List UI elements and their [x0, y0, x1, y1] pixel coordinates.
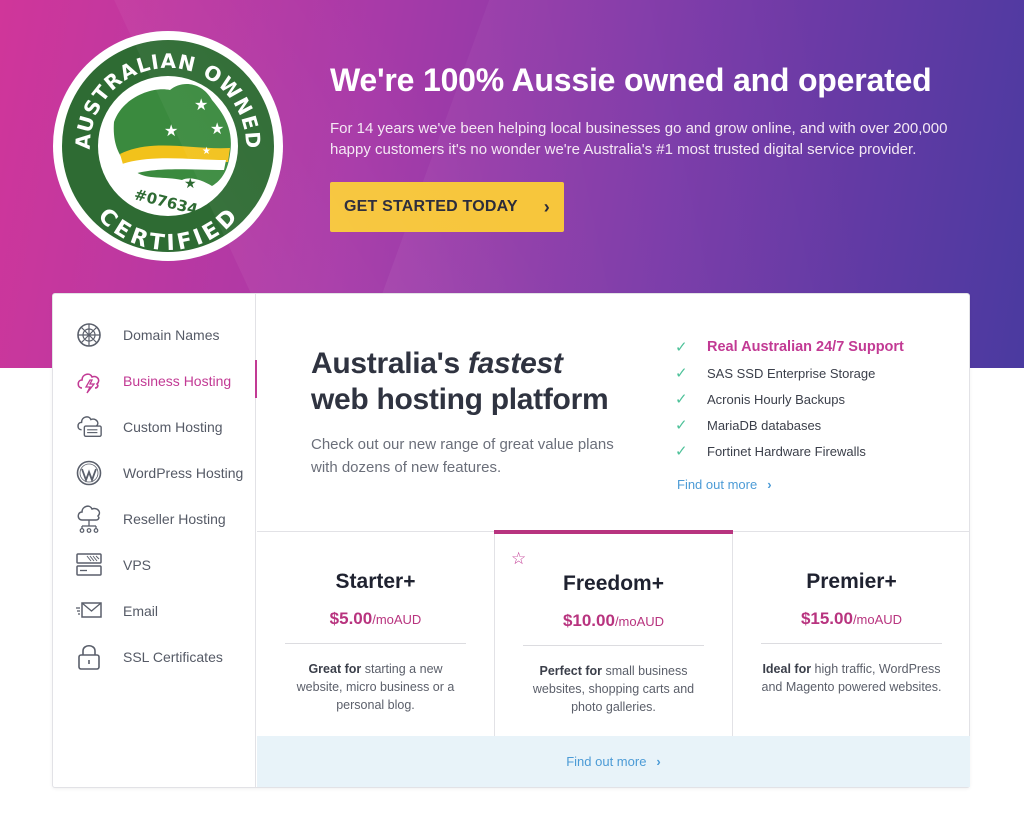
product-sidebar: Domain Names Business Hosting Custom Hos…: [53, 294, 257, 787]
sidebar-item-email[interactable]: Email: [53, 588, 256, 634]
plan-price: $5.00/moAUD: [329, 609, 422, 628]
cloud-network-icon: [75, 505, 103, 533]
find-out-more-link[interactable]: Find out more ›: [677, 477, 772, 492]
sidebar-item-label: Business Hosting: [123, 373, 232, 389]
cloud-server-icon: [75, 413, 103, 441]
feature-item: ✓ Acronis Hourly Backups: [675, 391, 845, 408]
chevron-right-icon: ›: [656, 754, 661, 769]
sidebar-item-label: Custom Hosting: [123, 419, 223, 435]
get-started-button[interactable]: GET STARTED TODAY ›: [330, 182, 564, 232]
sidebar-item-label: Email: [123, 603, 159, 619]
feature-list: ✓ Real Australian 24/7 Support ✓ SAS SSD…: [675, 334, 965, 464]
sidebar-item-reseller-hosting[interactable]: Reseller Hosting: [53, 496, 256, 542]
plan-freedom[interactable]: ☆ Freedom+ $10.00/moAUD Perfect for smal…: [494, 530, 733, 736]
checkmark-icon: ✓: [675, 365, 688, 382]
divider: [761, 643, 942, 644]
feature-item: ✓ MariaDB databases: [675, 417, 822, 434]
sidebar-item-label: Domain Names: [123, 327, 220, 343]
sidebar-item-domain-names[interactable]: Domain Names: [53, 312, 256, 358]
chevron-right-icon: ›: [767, 477, 772, 492]
feature-item: ✓ Fortinet Hardware Firewalls: [675, 443, 866, 460]
globe-icon: [75, 321, 103, 349]
feature-item: ✓ Real Australian 24/7 Support: [675, 339, 904, 356]
plan-list: Starter+ $5.00/moAUD Great for starting …: [257, 530, 970, 736]
padlock-icon: [75, 643, 103, 671]
cloud-bolt-icon: [75, 367, 103, 395]
svg-text:★: ★: [194, 95, 208, 114]
chevron-right-icon: ›: [543, 196, 550, 217]
sidebar-item-business-hosting[interactable]: Business Hosting: [53, 358, 257, 404]
sidebar-item-label: WordPress Hosting: [123, 465, 244, 481]
plan-starter[interactable]: Starter+ $5.00/moAUD Great for starting …: [257, 532, 495, 736]
hosting-card: Domain Names Business Hosting Custom Hos…: [52, 293, 970, 788]
checkmark-icon: ✓: [675, 339, 688, 356]
plan-description: Perfect for small business websites, sho…: [532, 664, 695, 714]
checkmark-icon: ✓: [675, 417, 688, 434]
plan-price: $15.00/moAUD: [800, 609, 903, 628]
plan-description: Great for starting a new website, micro …: [296, 662, 455, 712]
divider: [285, 643, 466, 644]
section-description: Check out our new range of great value p…: [311, 436, 614, 476]
get-started-label: GET STARTED TODAY: [344, 198, 518, 215]
star-icon: ☆: [511, 549, 527, 568]
sidebar-item-label: Reseller Hosting: [123, 511, 226, 527]
sidebar-item-vps[interactable]: VPS: [53, 542, 256, 588]
hosting-overview: Australia's fastest web hosting platform…: [257, 294, 970, 532]
hero-subtitle: For 14 years we've been helping local bu…: [330, 120, 948, 158]
checkmark-icon: ✓: [675, 443, 688, 460]
plan-price: $10.00/moAUD: [562, 611, 665, 630]
find-out-more-plans-link[interactable]: Find out more ›: [566, 754, 661, 769]
hero-title: We're 100% Aussie owned and operated: [330, 62, 932, 98]
feature-item: ✓ SAS SSD Enterprise Storage: [675, 365, 876, 382]
australian-owned-badge: ★ ★ ★ ★ ★ #07634 AUSTRALIAN OWNED CERTIF…: [53, 31, 283, 261]
svg-text:★: ★: [164, 121, 178, 140]
plan-description: Ideal for high traffic, WordPress and Ma…: [761, 662, 942, 694]
sidebar-item-label: VPS: [123, 557, 152, 573]
sidebar-item-wordpress-hosting[interactable]: WordPress Hosting: [53, 450, 256, 496]
checkmark-icon: ✓: [675, 391, 688, 408]
divider: [523, 645, 704, 646]
sidebar-item-label: SSL Certificates: [123, 649, 223, 665]
plan-name: Freedom+: [563, 572, 664, 595]
plan-name: Premier+: [806, 570, 897, 593]
plan-name: Starter+: [335, 570, 416, 593]
svg-text:★: ★: [184, 176, 197, 192]
server-stack-icon: [75, 551, 103, 579]
svg-text:★: ★: [202, 146, 211, 157]
sidebar-item-ssl-certificates[interactable]: SSL Certificates: [53, 634, 256, 680]
wordpress-icon: [75, 459, 103, 487]
sidebar-item-custom-hosting[interactable]: Custom Hosting: [53, 404, 256, 450]
section-headline: Australia's fastest web hosting platform: [311, 347, 609, 416]
headline-emphasis: fastest: [467, 347, 563, 380]
svg-text:★: ★: [210, 119, 224, 138]
plan-premier[interactable]: Premier+ $15.00/moAUD Ideal for high tra…: [733, 532, 970, 736]
envelope-icon: [75, 597, 103, 625]
plans-footer: Find out more ›: [257, 736, 970, 787]
